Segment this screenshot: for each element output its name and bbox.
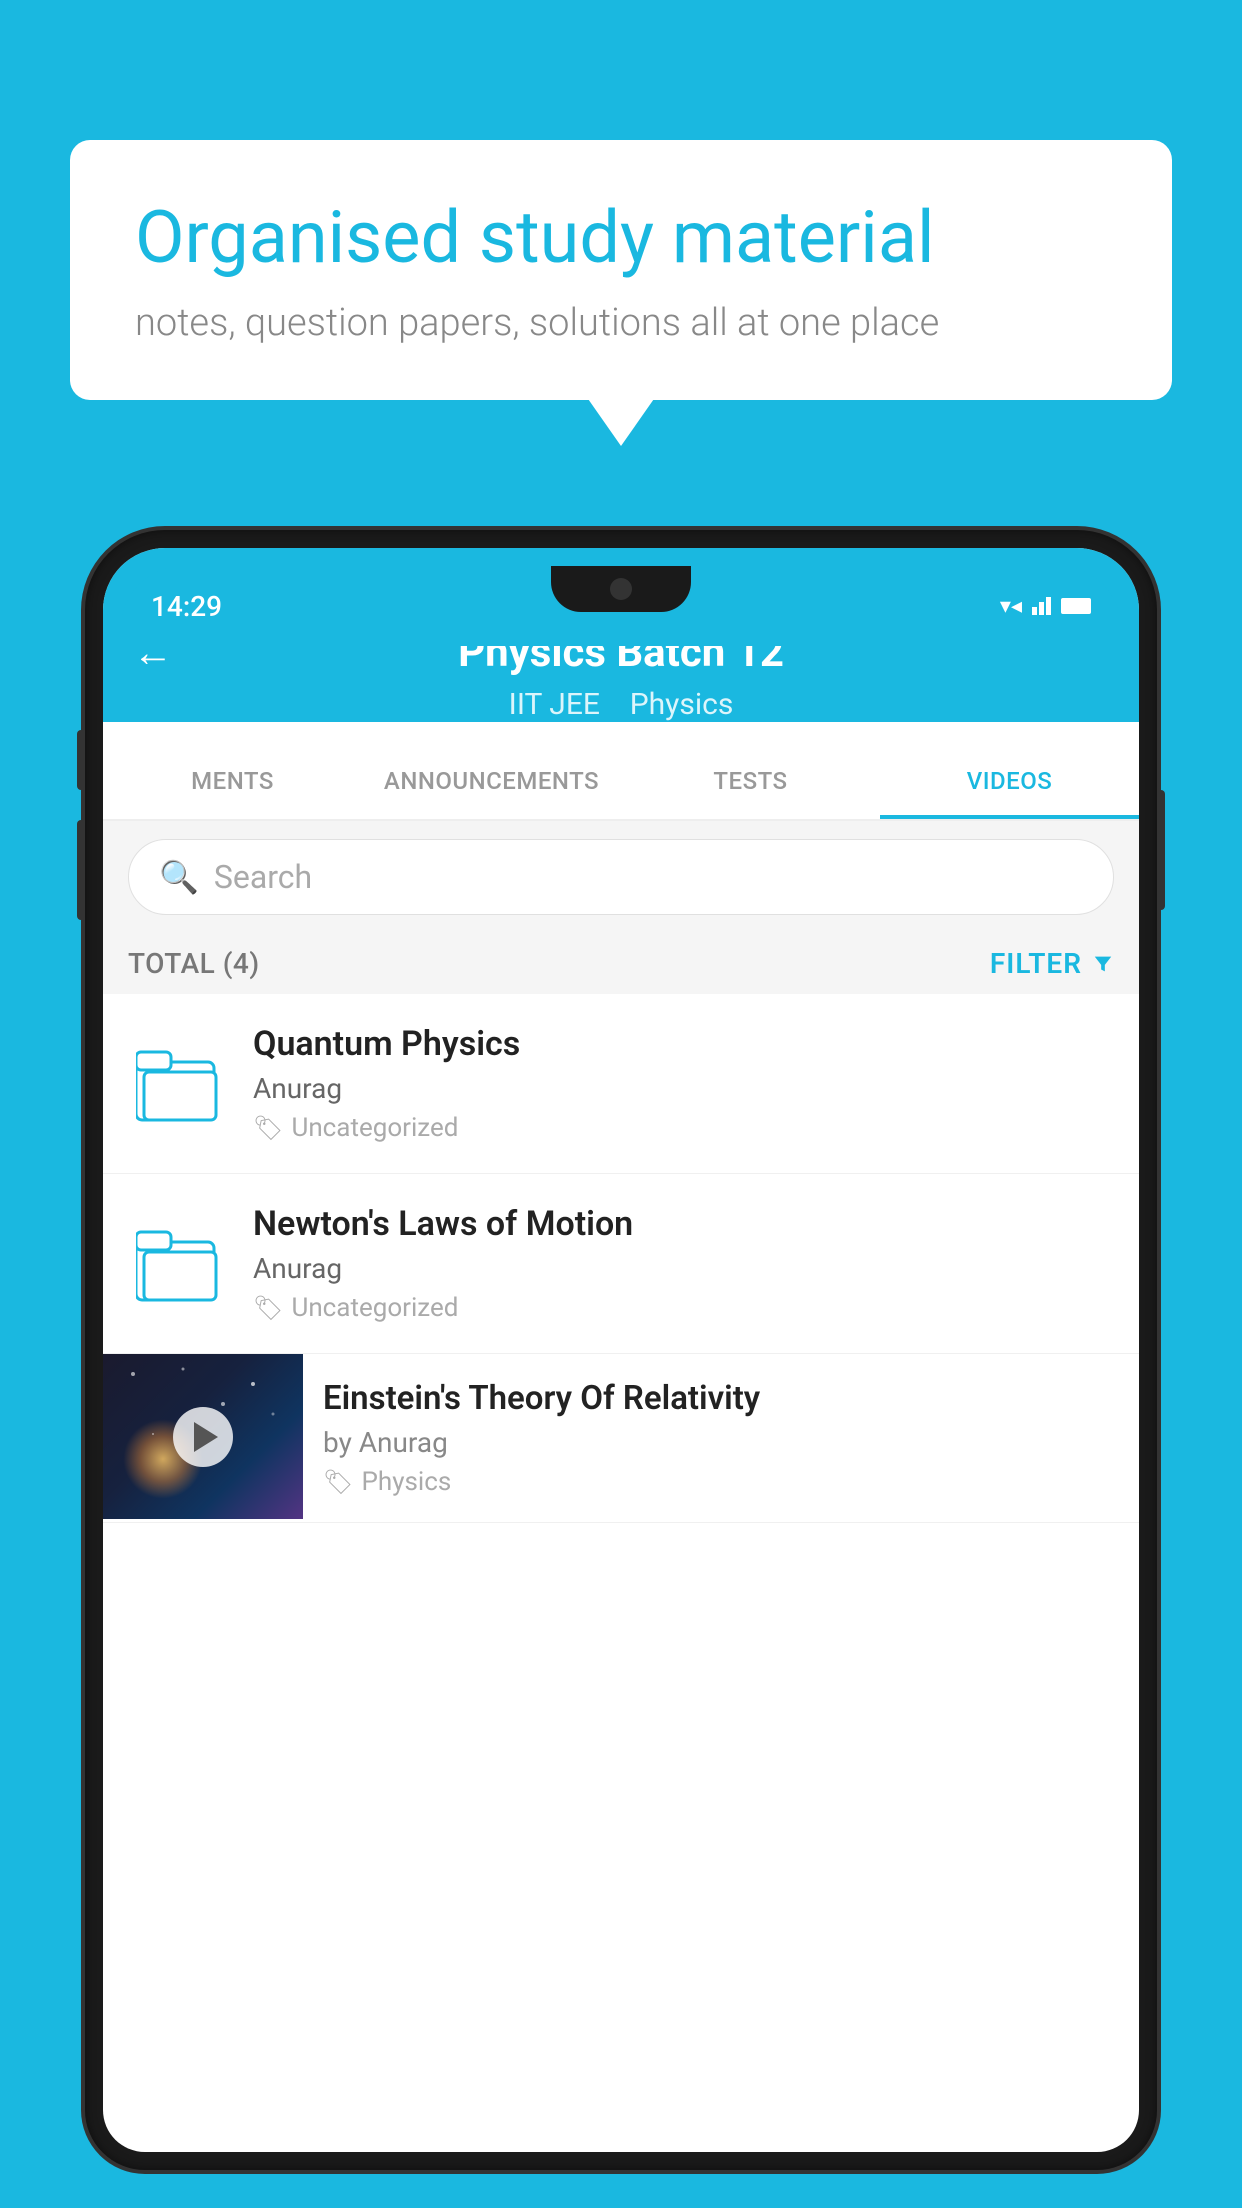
search-bar-wrapper: 🔍 Search xyxy=(103,821,1139,933)
item-info-einstein: Einstein's Theory Of Relativity by Anura… xyxy=(303,1354,1139,1522)
tab-ments[interactable]: MENTS xyxy=(103,742,362,819)
phone-screen: 14:29 ▾◂ xyxy=(103,548,1139,2152)
speech-bubble-section: Organised study material notes, question… xyxy=(70,140,1172,400)
search-icon: 🔍 xyxy=(159,858,199,896)
item-tag: 🏷 Physics xyxy=(323,1467,1119,1497)
header-tag-physics: Physics xyxy=(630,687,734,722)
item-thumbnail-einstein xyxy=(103,1354,303,1519)
filter-funnel-icon xyxy=(1092,953,1114,975)
tabs-bar: MENTS ANNOUNCEMENTS TESTS VIDEOS xyxy=(103,742,1139,821)
list-item[interactable]: Quantum Physics Anurag 🏷 Uncategorized xyxy=(103,994,1139,1174)
signal-bar-1 xyxy=(1032,607,1037,615)
tab-videos[interactable]: VIDEOS xyxy=(880,742,1139,819)
bubble-title: Organised study material xyxy=(135,195,1107,281)
wifi-icon: ▾◂ xyxy=(1000,594,1022,619)
filter-bar: TOTAL (4) FILTER xyxy=(103,933,1139,994)
tag-label: Uncategorized xyxy=(291,1293,458,1323)
item-thumbnail-newton xyxy=(128,1224,228,1304)
tag-label: Uncategorized xyxy=(291,1113,458,1143)
item-tag: 🏷 Uncategorized xyxy=(253,1293,1114,1323)
battery-icon xyxy=(1061,598,1091,614)
list-item[interactable]: Newton's Laws of Motion Anurag 🏷 Uncateg… xyxy=(103,1174,1139,1354)
item-tag: 🏷 Uncategorized xyxy=(253,1113,1114,1143)
volume-down-button xyxy=(77,820,85,920)
list-item[interactable]: Einstein's Theory Of Relativity by Anura… xyxy=(103,1354,1139,1523)
search-placeholder: Search xyxy=(214,858,312,896)
signal-bar-3 xyxy=(1046,597,1051,615)
total-count: TOTAL (4) xyxy=(128,947,260,980)
item-thumbnail-quantum xyxy=(128,1044,228,1124)
item-author: Anurag xyxy=(253,1252,1114,1285)
header-tag-iit: IIT JEE xyxy=(509,687,600,722)
speech-bubble-card: Organised study material notes, question… xyxy=(70,140,1172,400)
item-author: by Anurag xyxy=(323,1426,1119,1459)
tag-icon: 🏷 xyxy=(253,1114,283,1142)
folder-icon xyxy=(136,1224,221,1304)
notch xyxy=(551,566,691,612)
tab-tests[interactable]: TESTS xyxy=(621,742,880,819)
folder-icon xyxy=(136,1044,221,1124)
search-bar[interactable]: 🔍 Search xyxy=(128,839,1114,915)
status-bar: 14:29 ▾◂ xyxy=(121,566,1121,646)
filter-label: FILTER xyxy=(990,947,1082,980)
signal-icon xyxy=(1032,597,1051,615)
power-button xyxy=(1157,790,1165,910)
volume-up-button xyxy=(77,730,85,790)
bubble-subtitle: notes, question papers, solutions all at… xyxy=(135,301,1107,345)
tag-label: Physics xyxy=(361,1467,451,1497)
status-icons: ▾◂ xyxy=(1000,594,1091,619)
play-triangle-icon xyxy=(194,1422,218,1452)
item-info-quantum: Quantum Physics Anurag 🏷 Uncategorized xyxy=(253,1024,1114,1143)
phone-outer-shell: 14:29 ▾◂ xyxy=(85,530,1157,2170)
status-time: 14:29 xyxy=(151,590,222,623)
tag-icon: 🏷 xyxy=(323,1468,353,1496)
header-subtitle: IIT JEE Physics xyxy=(133,687,1109,722)
phone-mockup: 14:29 ▾◂ xyxy=(85,530,1157,2208)
item-info-newton: Newton's Laws of Motion Anurag 🏷 Uncateg… xyxy=(253,1204,1114,1323)
filter-button[interactable]: FILTER xyxy=(990,947,1114,980)
front-camera xyxy=(610,578,632,600)
video-list: Quantum Physics Anurag 🏷 Uncategorized xyxy=(103,994,1139,1523)
item-title: Quantum Physics xyxy=(253,1024,1114,1064)
item-title: Einstein's Theory Of Relativity xyxy=(323,1379,1119,1418)
item-title: Newton's Laws of Motion xyxy=(253,1204,1114,1244)
tag-icon: 🏷 xyxy=(253,1294,283,1322)
item-author: Anurag xyxy=(253,1072,1114,1105)
signal-bar-2 xyxy=(1039,602,1044,615)
tab-announcements[interactable]: ANNOUNCEMENTS xyxy=(362,742,621,819)
play-button[interactable] xyxy=(173,1407,233,1467)
